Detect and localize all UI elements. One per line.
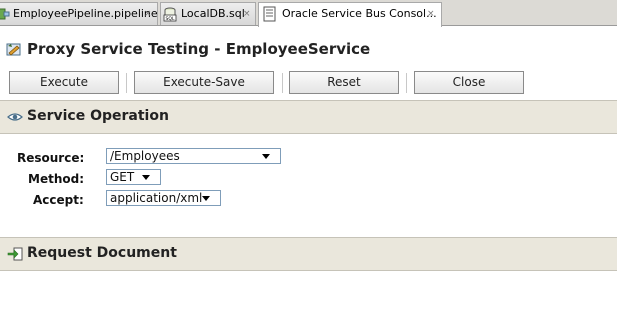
tab-label: Oracle Service Bus Consol... <box>282 7 437 20</box>
tab-oracle-service-bus-console[interactable]: Oracle Service Bus Consol... × <box>258 2 442 27</box>
toolbar-divider <box>282 73 283 93</box>
execute-save-button[interactable]: Execute-Save <box>134 71 274 94</box>
section-title: Service Operation <box>27 108 169 124</box>
test-console-icon <box>6 43 21 56</box>
accept-select[interactable]: application/xml <box>106 190 221 206</box>
method-select[interactable]: GET <box>106 169 161 185</box>
action-toolbar: Execute Execute-Save Reset Close <box>0 69 617 97</box>
section-title: Request Document <box>27 245 177 261</box>
toolbar-divider <box>406 73 407 93</box>
execute-button[interactable]: Execute <box>9 71 119 94</box>
eye-icon <box>7 113 23 121</box>
method-value: GET <box>110 170 135 184</box>
tab-label: EmployeePipeline.pipeline <box>13 7 158 20</box>
chevron-down-icon <box>202 196 210 201</box>
chevron-down-icon <box>262 154 270 159</box>
svg-text:SQL: SQL <box>166 16 175 22</box>
toolbar-divider <box>126 73 127 93</box>
tab-close-icon[interactable]: × <box>243 3 251 25</box>
sql-icon: SQL <box>163 7 177 22</box>
request-document-header[interactable]: Request Document <box>0 237 617 271</box>
resource-value: /Employees <box>110 149 180 163</box>
request-arrow-icon <box>7 247 23 261</box>
resource-label: Resource: <box>17 151 85 165</box>
tab-localdb-sql[interactable]: SQL LocalDB.sql × <box>160 2 256 25</box>
tab-label: LocalDB.sql <box>181 7 245 20</box>
document-icon <box>263 6 276 22</box>
accept-value: application/xml <box>110 191 203 205</box>
resource-select[interactable]: /Employees <box>106 148 281 164</box>
method-label: Method: <box>28 172 84 186</box>
page-header: Proxy Service Testing - EmployeeService <box>0 37 617 63</box>
close-button[interactable]: Close <box>414 71 524 94</box>
chevron-down-icon <box>142 175 150 180</box>
accept-label: Accept: <box>33 193 84 207</box>
pipeline-icon <box>0 8 10 20</box>
page-title: Proxy Service Testing - EmployeeService <box>27 40 371 58</box>
service-operation-header[interactable]: Service Operation <box>0 100 617 134</box>
editor-tab-bar: EmployeePipeline.pipeline × SQL LocalDB.… <box>0 0 617 27</box>
tab-close-icon[interactable]: × <box>144 3 152 25</box>
tab-close-icon[interactable]: × <box>427 3 435 25</box>
tab-employee-pipeline[interactable]: EmployeePipeline.pipeline × <box>0 2 158 25</box>
reset-button[interactable]: Reset <box>289 71 399 94</box>
